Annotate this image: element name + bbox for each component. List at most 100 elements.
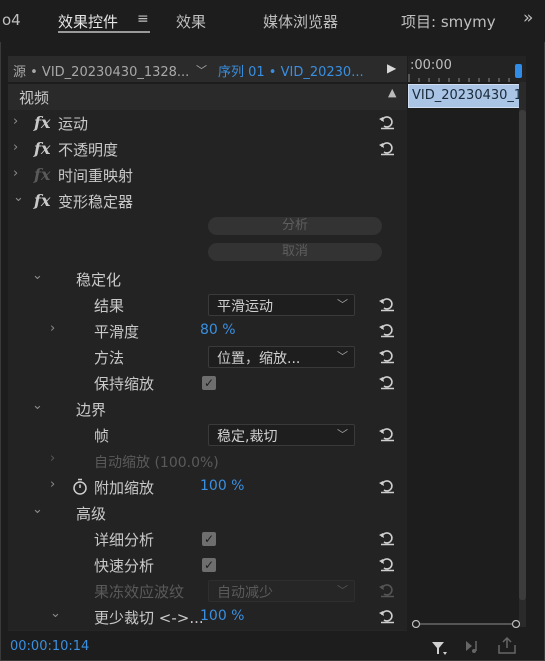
reset-icon[interactable] [378,374,396,390]
chevron-down-icon[interactable]: ⌄ [32,268,43,283]
param-label: 快速分析 [94,557,155,575]
filter-icon[interactable] [430,639,448,657]
chevron-right-icon[interactable]: › [13,114,18,129]
select-value: 自动减少 [217,585,273,601]
effect-motion[interactable]: › fx 运动 [8,110,407,137]
analyze-row: 分析 [8,214,407,241]
fx-icon[interactable]: fx [34,113,50,132]
group-borders[interactable]: ⌄ 边界 [8,396,407,423]
result-select[interactable]: 平滑运动 ﹀ [208,294,355,316]
reset-icon[interactable] [378,140,396,156]
active-tab-indicator [58,31,150,33]
tab-project[interactable]: 项目: smymy [401,11,496,32]
smoothness-value[interactable]: 80 % [200,322,236,338]
param-smoothness: › 平滑度 80 % [8,318,407,345]
status-bar: 00:00:10:14 [0,632,545,661]
timeline-zoom-scrollbar[interactable] [412,620,520,628]
export-icon[interactable] [497,637,517,655]
reset-icon[interactable] [378,322,396,338]
fast-analysis-checkbox[interactable]: ✓ [202,558,216,572]
chevron-down-icon[interactable]: ⌄ [13,190,24,205]
audio-playback-icon[interactable] [464,639,484,655]
chevron-down-icon[interactable]: ﹀ [196,62,207,78]
param-label: 平滑度 [94,323,140,341]
effect-name: 不透明度 [58,141,119,159]
section-video: 视频 ▲ [8,84,407,111]
effect-name: 变形稳定器 [58,193,134,211]
play-icon[interactable]: ▶ [387,61,396,75]
source-sequence-bar: 源 • VID_20230430_1328... ﹀ 序列 01 • VID_2… [8,56,407,82]
reset-icon[interactable] [378,608,396,624]
param-label: 详细分析 [94,531,155,549]
chevron-down-icon[interactable]: ⌄ [32,502,43,517]
clip-name: VID_20230430_1 [412,88,523,103]
param-detailed-analysis: 详细分析 ✓ [8,526,407,553]
param-label: 结果 [94,297,125,315]
effect-name: 时间重映射 [58,167,134,185]
playhead[interactable] [515,64,522,78]
reset-icon[interactable] [378,478,396,494]
additional-scale-value[interactable]: 100 % [200,478,244,494]
param-keep-scale: 保持缩放 ✓ [8,370,407,397]
param-framing: 帧 稳定,裁切 ﹀ [8,422,407,449]
param-crop-less: ⌄ 更少裁切 <->... 100 % [8,604,407,631]
effect-warp-stabilizer[interactable]: ⌄ fx 变形稳定器 [8,188,407,215]
tab-effect-controls[interactable]: 效果控件 [58,11,118,32]
framing-select[interactable]: 稳定,裁切 ﹀ [208,424,355,446]
tab-bar: o4 效果控件 ≡ 效果 媒体浏览器 项目: smymy » [0,0,545,42]
fx-icon[interactable]: fx [34,139,50,158]
reset-icon [379,584,394,598]
chevron-down-icon: ﹀ [337,298,348,311]
keep-scale-checkbox[interactable]: ✓ [202,376,216,390]
select-value: 平滑运动 [217,299,273,315]
current-timecode[interactable]: 00:00:10:14 [10,639,89,654]
panel-menu-icon[interactable]: ≡ [137,11,149,27]
param-rolling-shutter: 果冻效应波纹 自动减少 ﹀ [8,578,407,605]
reset-icon[interactable] [378,348,396,364]
reset-icon[interactable] [378,296,396,312]
param-label: 附加缩放 [94,479,155,497]
tab-effects[interactable]: 效果 [176,11,206,32]
fx-icon[interactable]: fx [34,191,50,210]
param-label: 方法 [94,349,125,367]
cancel-button[interactable]: 取消 [208,243,382,261]
group-label: 高级 [76,505,107,523]
detailed-analysis-checkbox[interactable]: ✓ [202,532,216,546]
crop-less-value[interactable]: 100 % [200,608,244,624]
timecode-header: :00:00 [410,58,452,73]
source-clip-label[interactable]: 源 • VID_20230430_1328... [13,61,189,80]
rolling-shutter-select: 自动减少 ﹀ [208,580,355,602]
timeline-clip[interactable]: VID_20230430_1 [408,84,523,108]
reset-icon[interactable] [378,530,396,546]
cancel-row: 取消 [8,240,407,267]
chevron-right-icon[interactable]: › [13,166,18,181]
fx-icon: fx [34,165,51,184]
chevron-down-icon[interactable]: ⌄ [50,606,61,621]
group-advanced[interactable]: ⌄ 高级 [8,500,407,527]
vertical-scrollbar-thumb[interactable] [519,110,526,600]
section-video-label: 视频 [19,89,50,107]
reset-icon[interactable] [378,426,396,442]
method-select[interactable]: 位置，缩放... ﹀ [208,346,355,368]
effect-name: 运动 [58,115,89,133]
group-stabilization[interactable]: ⌄ 稳定化 [8,266,407,293]
reset-icon[interactable] [378,556,396,572]
param-label: 自动缩放 (100.0%) [94,455,219,471]
analyze-button[interactable]: 分析 [208,217,382,235]
stopwatch-icon[interactable] [72,478,88,495]
param-additional-scale: › 附加缩放 100 % [8,474,407,501]
tab-media-browser[interactable]: 媒体浏览器 [263,11,338,32]
overflow-icon[interactable]: » [523,8,533,28]
reset-icon[interactable] [378,114,396,130]
sequence-label[interactable]: 序列 01 • VID_20230... [218,61,364,80]
effect-time-remap[interactable]: › fx 时间重映射 [8,162,407,189]
param-label: 帧 [94,427,110,445]
chevron-right-icon[interactable]: › [50,477,55,492]
tab-truncated[interactable]: o4 [2,11,21,29]
effect-opacity[interactable]: › fx 不透明度 [8,136,407,163]
chevron-right-icon[interactable]: › [13,140,18,155]
chevron-right-icon[interactable]: › [50,321,55,336]
collapse-up-icon[interactable]: ▲ [388,86,396,99]
group-label: 边界 [76,401,107,419]
chevron-down-icon[interactable]: ⌄ [32,398,43,413]
